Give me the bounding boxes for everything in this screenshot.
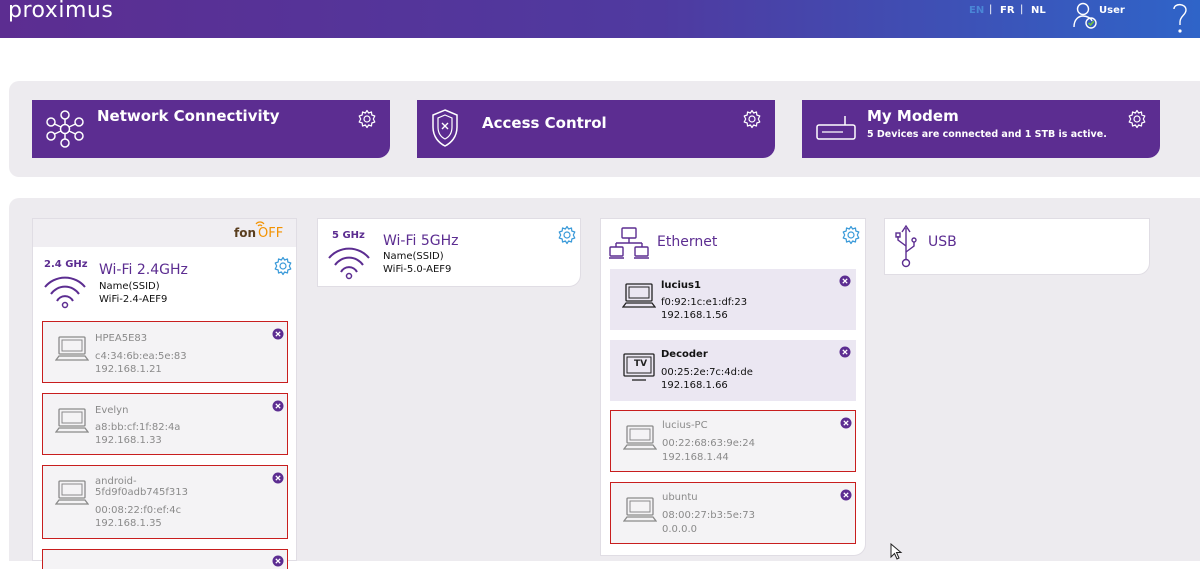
- remove-device-icon[interactable]: [272, 472, 284, 484]
- remove-device-icon[interactable]: [272, 555, 284, 567]
- device-name: Evelyn: [95, 405, 129, 416]
- gear-icon[interactable]: [1127, 109, 1147, 129]
- device-card[interactable]: HPEA5E83 c4:34:6b:ea:5e:83 192.168.1.21: [42, 321, 288, 383]
- panel-title: Wi-Fi 5GHz: [383, 233, 459, 249]
- device-ip: 0.0.0.0: [662, 524, 697, 535]
- lang-en[interactable]: EN: [969, 5, 984, 16]
- band-label: 2.4 GHz: [44, 259, 88, 270]
- laptop-icon: [55, 408, 89, 433]
- laptop-icon: [622, 283, 656, 308]
- laptop-icon: [623, 497, 657, 522]
- tile-title: Network Connectivity: [97, 107, 280, 125]
- device-ip: 192.168.1.56: [661, 310, 728, 321]
- device-mac: 00:08:22:f0:ef:4c: [95, 505, 182, 516]
- device-name: lucius-PC: [662, 420, 708, 431]
- ethernet-network-icon: [609, 227, 649, 259]
- mouse-cursor-icon: [890, 543, 903, 560]
- device-card[interactable]: lucius-PC 00:22:68:63:9e:24 192.168.1.44: [610, 410, 856, 472]
- device-mac: f0:92:1c:e1:df:23: [661, 297, 748, 308]
- lang-fr[interactable]: FR: [1000, 5, 1015, 16]
- fon-brand: fon: [234, 226, 257, 240]
- user-check-icon[interactable]: [1072, 0, 1098, 30]
- ssid-label: Name(SSID): [99, 281, 160, 292]
- band-label: 5 GHz: [332, 230, 365, 241]
- panel-title: USB: [928, 234, 957, 250]
- gear-icon[interactable]: [273, 256, 293, 276]
- remove-device-icon[interactable]: [272, 400, 284, 412]
- help-icon[interactable]: [1168, 0, 1192, 36]
- lang-nl[interactable]: NL: [1031, 5, 1046, 16]
- ssid-value: WiFi-5.0-AEF9: [383, 264, 452, 275]
- remove-device-icon[interactable]: [840, 417, 852, 429]
- device-card[interactable]: lucius1 f0:92:1c:e1:df:23 192.168.1.56: [610, 269, 856, 330]
- tile-title: My Modem: [867, 107, 959, 125]
- tile-access-control[interactable]: Access Control: [417, 100, 775, 158]
- device-ip: 192.168.1.21: [95, 364, 162, 375]
- device-card[interactable]: TV Decoder 00:25:2e:7c:4d:de 192.168.1.6…: [610, 340, 856, 401]
- device-mac: c4:34:6b:ea:5e:83: [95, 351, 187, 362]
- device-mac: 08:00:27:b3:5e:73: [662, 510, 755, 521]
- remove-device-icon[interactable]: [839, 275, 851, 287]
- device-mac: 00:25:2e:7c:4d:de: [661, 367, 753, 378]
- device-ip: 192.168.1.44: [662, 452, 729, 463]
- device-card[interactable]: ubuntu 08:00:27:b3:5e:73 0.0.0.0: [610, 482, 856, 544]
- device-card[interactable]: Evelyn a8:bb:cf:1f:82:4a 192.168.1.33: [42, 393, 288, 455]
- user-label[interactable]: User: [1099, 5, 1125, 16]
- panel-title: Ethernet: [657, 234, 718, 250]
- lang-separator: |: [989, 4, 993, 15]
- device-name: android- 5fd9f0adb745f313: [95, 476, 188, 498]
- proximus-logo[interactable]: proximus: [8, 0, 113, 22]
- device-name: Decoder: [661, 349, 708, 360]
- device-name: HPEA5E83: [95, 333, 148, 344]
- laptop-icon: [623, 425, 657, 450]
- laptop-icon: [55, 480, 89, 505]
- remove-device-icon[interactable]: [840, 489, 852, 501]
- wifi-icon: [328, 247, 370, 280]
- usb-panel[interactable]: [884, 218, 1150, 275]
- device-mac: 00:22:68:63:9e:24: [662, 438, 755, 449]
- gear-icon[interactable]: [742, 109, 762, 129]
- device-ip: 192.168.1.33: [95, 435, 162, 446]
- modem-icon: [816, 116, 856, 140]
- shield-icon: [432, 109, 458, 147]
- wifi-icon: [44, 276, 86, 309]
- network-hub-icon: [46, 110, 84, 148]
- device-ip: 192.168.1.66: [661, 380, 728, 391]
- device-name: ubuntu: [662, 492, 698, 503]
- lang-separator: |: [1020, 4, 1024, 15]
- device-card[interactable]: android- 5fd9f0adb745f313 00:08:22:f0:ef…: [42, 465, 288, 539]
- laptop-icon: [55, 336, 89, 361]
- device-name: lucius1: [661, 280, 701, 291]
- usb-icon: [895, 224, 917, 268]
- gear-icon[interactable]: [841, 225, 861, 245]
- tv-label: TV: [634, 359, 648, 369]
- remove-device-icon[interactable]: [839, 346, 851, 358]
- tile-subtitle: 5 Devices are connected and 1 STB is act…: [867, 129, 1107, 140]
- fon-status[interactable]: OFF: [258, 226, 283, 241]
- ssid-label: Name(SSID): [383, 251, 444, 262]
- top-bar: proximus EN | FR | NL User: [0, 0, 1200, 38]
- device-mac: a8:bb:cf:1f:82:4a: [95, 422, 181, 433]
- tile-my-modem[interactable]: My Modem 5 Devices are connected and 1 S…: [802, 100, 1160, 158]
- panel-title: Wi-Fi 2.4GHz: [99, 262, 188, 278]
- gear-icon[interactable]: [357, 109, 377, 129]
- tile-network-connectivity[interactable]: Network Connectivity: [32, 100, 390, 158]
- remove-device-icon[interactable]: [272, 328, 284, 340]
- ssid-value: WiFi-2.4-AEF9: [99, 294, 168, 305]
- device-card-partial[interactable]: [42, 549, 288, 569]
- tile-title: Access Control: [482, 114, 607, 132]
- gear-icon[interactable]: [557, 225, 577, 245]
- device-ip: 192.168.1.35: [95, 518, 162, 529]
